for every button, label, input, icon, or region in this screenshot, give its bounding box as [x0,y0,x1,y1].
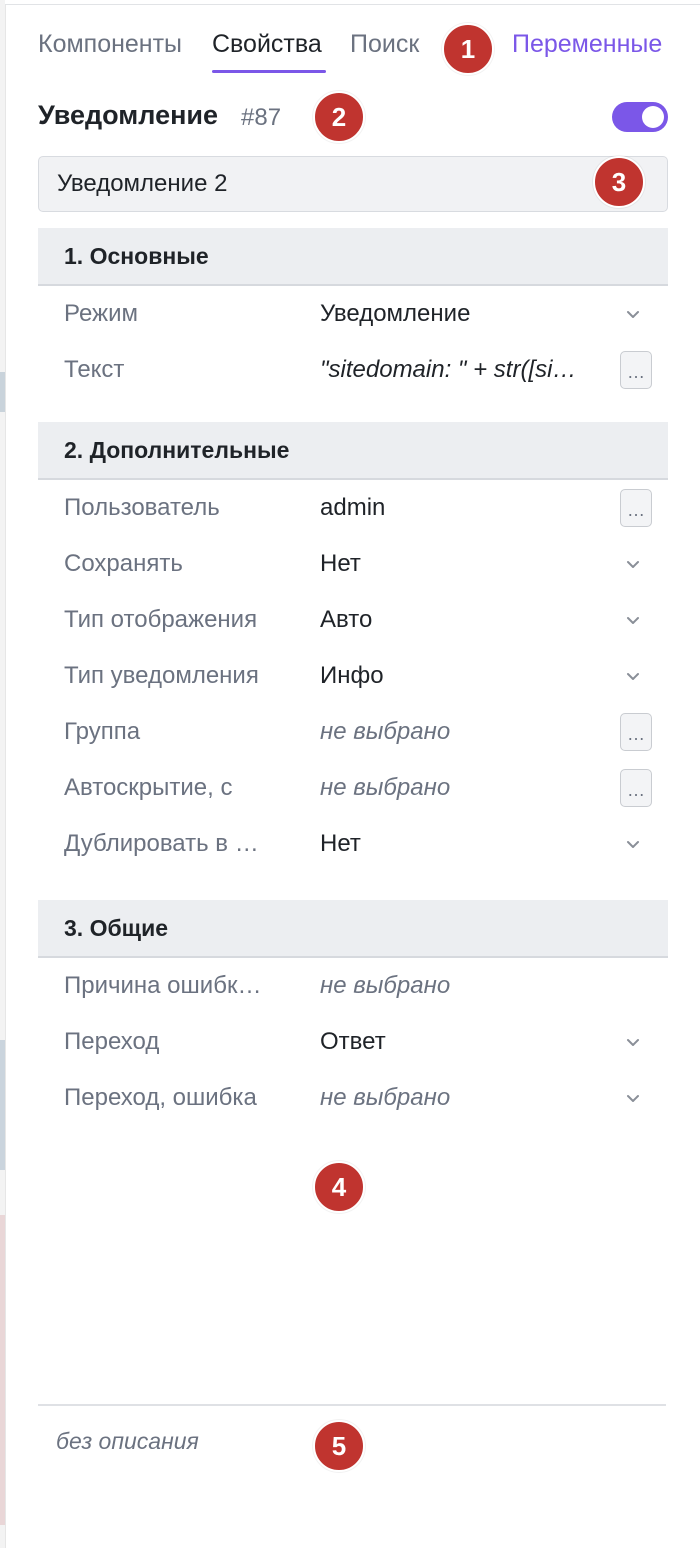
property-label: Пользователь [64,494,220,521]
enabled-toggle[interactable] [612,102,668,132]
chevron-down-icon[interactable] [624,1033,642,1051]
property-row-display-type[interactable]: Тип отображения Авто [38,592,668,648]
active-tab-indicator [212,70,326,73]
property-value: не выбрано [320,718,451,745]
section-additional: 2. Дополнительные Пользователь admin … С… [38,422,668,872]
more-button[interactable]: … [620,713,652,751]
property-value: admin [320,494,386,521]
property-row-transition-error[interactable]: Переход, ошибка не выбрано [38,1070,668,1126]
property-row-mode[interactable]: Режим Уведомление [38,286,668,342]
property-value: Ответ [320,1028,386,1055]
property-label: Тип отображения [64,606,258,633]
property-value: Нет [320,830,361,857]
property-value: "sitedomain: " + str([si… [320,356,577,383]
property-value: не выбрано [320,1084,451,1111]
section-basic-header[interactable]: 1. Основные [38,228,668,286]
property-row-duplicate[interactable]: Дублировать в … Нет [38,816,668,872]
tab-properties[interactable]: Свойства [212,30,322,59]
component-id: #87 [241,104,282,131]
chevron-down-icon[interactable] [624,555,642,573]
property-label: Переход [64,1028,160,1055]
annotation-marker-2: 2 [313,91,365,143]
property-label: Дублировать в … [64,830,259,857]
property-label: Причина ошибк… [64,972,262,999]
property-value: не выбрано [320,774,451,801]
property-label: Автоскрытие, с [64,774,233,801]
chevron-down-icon[interactable] [624,835,642,853]
more-button[interactable]: … [620,351,652,389]
component-name-input[interactable] [38,156,668,212]
tab-components[interactable]: Компоненты [38,30,182,59]
section-additional-header[interactable]: 2. Дополнительные [38,422,668,480]
property-value: Нет [320,550,361,577]
property-row-autohide[interactable]: Автоскрытие, с не выбрано … [38,760,668,816]
annotation-marker-1: 1 [442,23,494,75]
panel-border [5,5,6,1548]
property-label: Переход, ошибка [64,1084,257,1111]
description-text[interactable]: без описания [56,1428,199,1455]
tab-bar: Компоненты Свойства Поиск Переменные [38,30,668,74]
property-label: Тип уведомления [64,662,259,689]
annotation-marker-5: 5 [313,1420,365,1472]
tab-variables[interactable]: Переменные [512,30,662,59]
property-row-user[interactable]: Пользователь admin … [38,480,668,536]
chevron-down-icon[interactable] [624,667,642,685]
section-general-header[interactable]: 3. Общие [38,900,668,958]
property-value: не выбрано [320,972,451,999]
top-divider [5,4,700,5]
section-general: 3. Общие Причина ошибк… не выбрано Перех… [38,900,668,1126]
property-value: Инфо [320,662,384,689]
property-row-error-reason[interactable]: Причина ошибк… не выбрано [38,958,668,1014]
section-basic: 1. Основные Режим Уведомление Текст "sit… [38,228,668,398]
property-row-group[interactable]: Группа не выбрано … [38,704,668,760]
chevron-down-icon[interactable] [624,1089,642,1107]
property-value: Авто [320,606,373,633]
component-title: Уведомление [38,100,219,130]
property-row-transition[interactable]: Переход Ответ [38,1014,668,1070]
property-label: Сохранять [64,550,183,577]
annotation-marker-4: 4 [313,1161,365,1213]
annotation-marker-3: 3 [593,156,645,208]
property-label: Группа [64,718,141,745]
chevron-down-icon[interactable] [624,305,642,323]
description-divider [38,1404,666,1406]
more-button[interactable]: … [620,489,652,527]
property-row-save[interactable]: Сохранять Нет [38,536,668,592]
property-row-text[interactable]: Текст "sitedomain: " + str([si… … [38,342,668,398]
toggle-knob [642,106,664,128]
property-label: Текст [64,356,125,383]
tab-search[interactable]: Поиск [350,30,419,59]
property-row-notification-type[interactable]: Тип уведомления Инфо [38,648,668,704]
more-button[interactable]: … [620,769,652,807]
property-value: Уведомление [320,300,471,327]
property-label: Режим [64,300,138,327]
chevron-down-icon[interactable] [624,611,642,629]
